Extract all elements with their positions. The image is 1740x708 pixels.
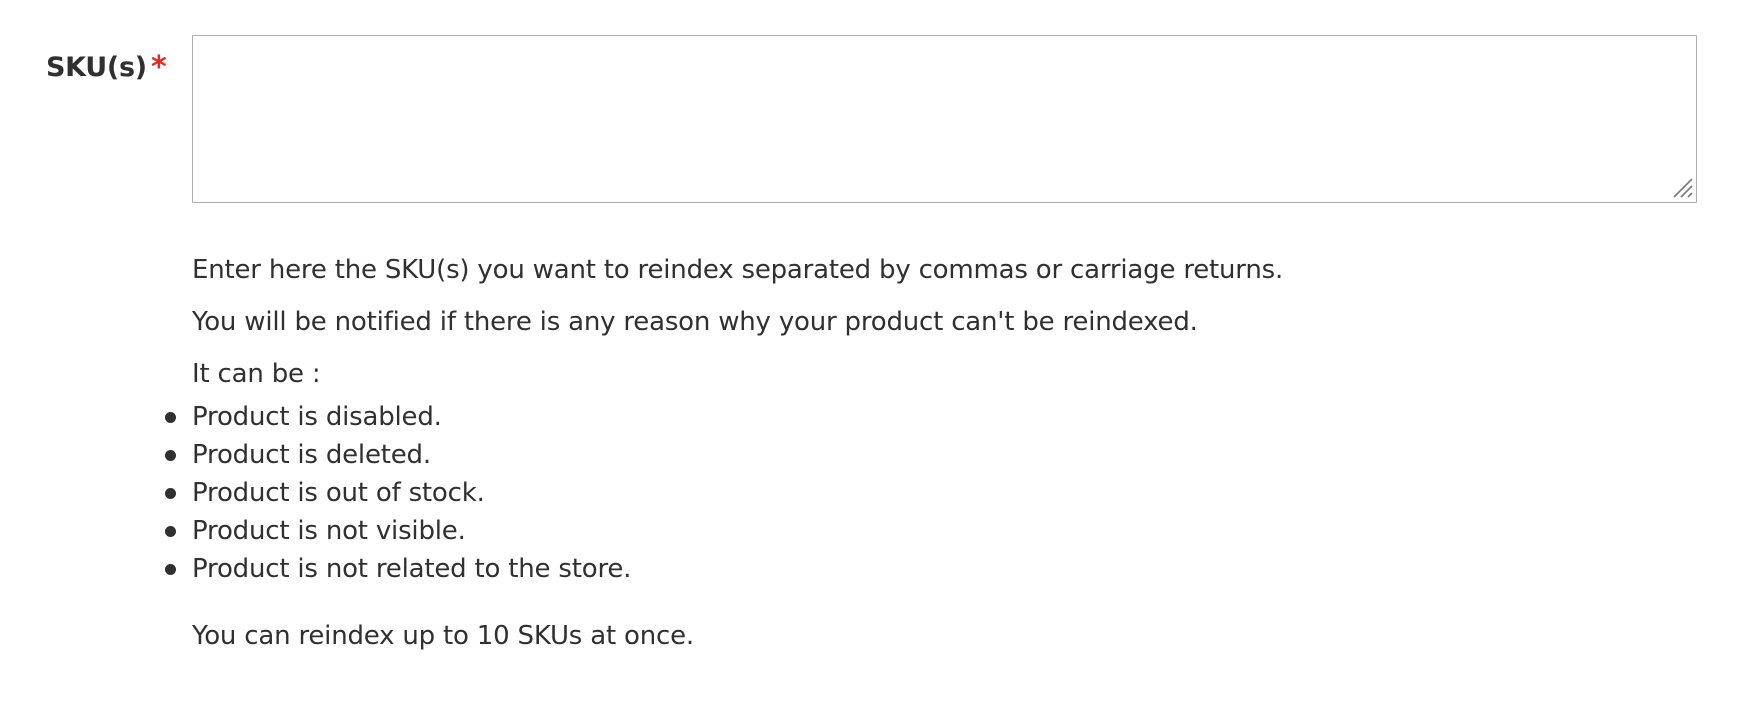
required-asterisk: * <box>151 50 167 85</box>
reason-text: Product is not visible. <box>192 516 466 546</box>
reasons-list: Product is disabled. Product is deleted.… <box>160 398 631 588</box>
reason-text: Product is deleted. <box>192 440 431 470</box>
help-line-notification: You will be notified if there is any rea… <box>192 307 1198 337</box>
list-item: Product is disabled. <box>160 398 631 436</box>
bullet-icon <box>165 450 176 461</box>
limit-note: You can reindex up to 10 SKUs at once. <box>192 621 694 651</box>
help-line-instructions: Enter here the SKU(s) you want to reinde… <box>192 255 1284 285</box>
resize-handle-icon[interactable] <box>1670 175 1694 199</box>
bullet-icon <box>165 412 176 423</box>
list-item: Product is not related to the store. <box>160 550 631 588</box>
reason-text: Product is disabled. <box>192 402 442 432</box>
list-item: Product is out of stock. <box>160 474 631 512</box>
list-item: Product is not visible. <box>160 512 631 550</box>
reason-text: Product is out of stock. <box>192 478 485 508</box>
bullet-icon <box>165 488 176 499</box>
sku-field-label: SKU(s) <box>46 52 147 83</box>
sku-textarea[interactable] <box>192 35 1697 203</box>
bullet-icon <box>165 526 176 537</box>
help-note: Enter here the SKU(s) you want to reinde… <box>192 244 1692 400</box>
help-line-intro: It can be : <box>192 359 321 389</box>
bullet-icon <box>165 564 176 575</box>
list-item: Product is deleted. <box>160 436 631 474</box>
reason-text: Product is not related to the store. <box>192 554 632 584</box>
